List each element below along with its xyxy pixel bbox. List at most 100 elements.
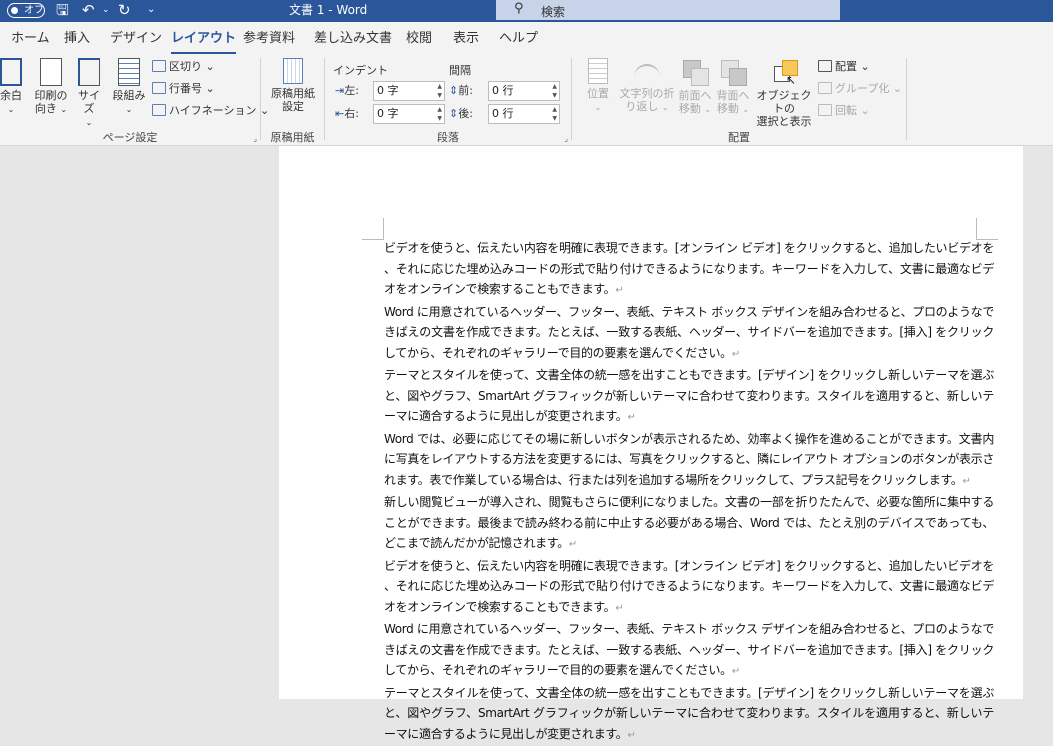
tab-view[interactable]: 表示 [453,31,479,47]
redo-icon[interactable]: ↻ [118,0,131,22]
arrange-group-label: 配置 [572,129,906,145]
size-label: サイズ [78,89,100,115]
paragraph[interactable]: Word では、必要に応じてその場に新しいボタンが表示されるため、効率よく操作を… [384,429,994,493]
genko-settings-button[interactable]: 原稿用紙設定 [267,58,319,113]
tab-mailings[interactable]: 差し込み文書 [314,31,392,47]
page-setup-launcher-icon[interactable]: ⌟ [253,134,257,143]
paragraph-mark-icon: ↵ [615,603,623,614]
align-icon [818,60,832,72]
paragraph-launcher-icon[interactable]: ⌟ [564,134,568,143]
paragraph-group-label: 段落 [325,129,571,145]
margins-icon [0,58,22,86]
indent-left-value: 0 字 [377,84,399,97]
paragraph-text: ビデオを使うと、伝えたい内容を明確に表現できます。[オンライン ビデオ] をクリ… [384,241,994,296]
paragraph-mark-icon: ↵ [627,730,635,741]
spacing-after-text: 後: [458,107,473,120]
position-icon [588,58,608,84]
tab-design[interactable]: デザイン [110,31,162,47]
orientation-label-2: 向き [35,102,57,115]
size-button[interactable]: サイズ⌄ [73,58,105,129]
window-title: 文書 1 - Word [289,3,367,17]
paragraph[interactable]: ビデオを使うと、伝えたい内容を明確に表現できます。[オンライン ビデオ] をクリ… [384,556,994,620]
bring-forward-icon [681,58,709,86]
genko-group-label: 原稿用紙 [261,129,324,145]
selection-label-2: 選択と表示 [757,115,812,128]
paragraph-mark-icon: ↵ [963,476,971,487]
breaks-button[interactable]: 区切り ⌄ [152,60,215,74]
indent-right-input[interactable]: 0 字 ▲▼ [373,104,445,124]
size-icon [78,58,100,86]
paragraph[interactable]: 新しい閲覧ビューが導入され、閲覧もさらに便利になりました。文書の一部を折りたたん… [384,492,994,556]
spinner-arrows-icon[interactable]: ▲▼ [437,82,442,100]
paragraph[interactable]: テーマとスタイルを使って、文書全体の統一感を出すこともできます。[デザイン] を… [384,683,994,746]
hyphenation-button[interactable]: ハイフネーション ⌄ [152,104,269,118]
autosave-state: オフ [24,5,44,16]
bring-forward-button[interactable]: 前面へ移動 ⌄ [676,58,714,116]
margin-corner-marker [976,218,998,240]
rotate-button[interactable]: 回転 ⌄ [818,104,870,118]
search-box[interactable]: ⚲ 検索 [496,0,840,20]
indent-right-value: 0 字 [377,107,399,120]
paragraph-mark-icon: ↵ [732,666,740,677]
paragraph[interactable]: Word に用意されているヘッダー、フッター、表紙、テキスト ボックス デザイン… [384,619,994,683]
paragraph[interactable]: テーマとスタイルを使って、文書全体の統一感を出すこともできます。[デザイン] を… [384,365,994,429]
save-icon[interactable]: 🖫 [56,0,69,22]
spacing-after-label: ⇕後: [449,107,473,121]
selection-label-1: オブジェクトの [757,89,812,115]
paragraph-text: Word に用意されているヘッダー、フッター、表紙、テキスト ボックス デザイン… [384,305,994,360]
paragraph-text: 新しい閲覧ビューが導入され、閲覧もさらに便利になりました。文書の一部を折りたたん… [384,495,994,550]
wrap-text-button[interactable]: 文字列の折り返し ⌄ [618,58,676,114]
margins-button[interactable]: 余白⌄ [0,58,26,116]
tab-help[interactable]: ヘルプ [499,31,538,47]
position-button[interactable]: 位置⌄ [582,58,614,114]
paragraph[interactable]: Word に用意されているヘッダー、フッター、表紙、テキスト ボックス デザイン… [384,302,994,366]
breaks-icon [152,60,166,72]
columns-icon [118,58,140,86]
group-arrange: 位置⌄ 文字列の折り返し ⌄ 前面へ移動 ⌄ 背面へ移動 ⌄ ↖ オブジェクトの… [572,54,906,146]
paragraph[interactable]: ビデオを使うと、伝えたい内容を明確に表現できます。[オンライン ビデオ] をクリ… [384,238,994,302]
position-label: 位置 [587,87,609,100]
tab-layout[interactable]: レイアウト [171,31,236,47]
spinner-arrows-icon[interactable]: ▲▼ [437,105,442,123]
search-icon: ⚲ [514,1,524,16]
undo-dropdown-icon[interactable]: ⌄ [102,0,110,22]
group-objects-button[interactable]: グループ化 ⌄ [818,82,902,96]
undo-icon[interactable]: ↶ [82,0,95,22]
tab-home[interactable]: ホーム [11,31,50,47]
send-backward-button[interactable]: 背面へ移動 ⌄ [714,58,752,116]
document-body[interactable]: ビデオを使うと、伝えたい内容を明確に表現できます。[オンライン ビデオ] をクリ… [384,238,994,746]
group-page-setup: 余白⌄ 印刷の向き ⌄ サイズ⌄ 段組み⌄ 区切り ⌄ 行番号 ⌄ ハイフネーシ… [0,54,260,146]
customize-qat-icon[interactable]: ⌄ [147,0,155,22]
indent-left-input[interactable]: 0 字 ▲▼ [373,81,445,101]
spacing-after-input[interactable]: 0 行 ▲▼ [488,104,560,124]
document-page[interactable]: ビデオを使うと、伝えたい内容を明確に表現できます。[オンライン ビデオ] をクリ… [279,146,1023,699]
group-paragraph: インデント 間隔 ⇥左: 0 字▲▼ ⇤右: 0 字▲▼ ⇕前: 0 行▲▼ ⇕… [325,54,571,146]
indent-left-label: ⇥左: [335,84,359,98]
spacing-before-text: 前: [458,84,473,97]
page-setup-group-label: ページ設定 [0,129,260,145]
breaks-label: 区切り [169,60,202,73]
tab-review[interactable]: 校閲 [406,31,432,47]
spacing-before-input[interactable]: 0 行▲▼ [488,81,560,101]
spacing-before-icon: ⇕ [449,84,458,97]
wrap-text-icon [634,64,660,84]
tab-insert[interactable]: 挿入 [64,31,90,47]
hyphenation-label: ハイフネーション [169,104,257,117]
spinner-arrows-icon[interactable]: ▲▼ [552,105,557,123]
spacing-after-value: 0 行 [492,107,514,120]
selection-pane-button[interactable]: ↖ オブジェクトの選択と表示 [752,58,816,128]
spinner-arrows-icon[interactable]: ▲▼ [552,82,557,100]
align-button[interactable]: 配置 ⌄ [818,60,870,74]
selection-pane-icon: ↖ [770,58,798,86]
columns-button[interactable]: 段組み⌄ [111,58,147,116]
orientation-button[interactable]: 印刷の向き ⌄ [32,58,70,116]
paragraph-text: Word では、必要に応じてその場に新しいボタンが表示されるため、効率よく操作を… [384,432,994,487]
line-numbers-button[interactable]: 行番号 ⌄ [152,82,215,96]
spacing-before-label: ⇕前: [449,84,473,98]
autosave-toggle[interactable]: オフ [7,3,45,18]
wrap-label-1: 文字列の折 [620,87,675,100]
divider [906,58,907,140]
tab-references[interactable]: 参考資料 [243,31,295,47]
group-label: グループ化 [835,82,889,95]
paragraph-mark-icon: ↵ [627,412,635,423]
